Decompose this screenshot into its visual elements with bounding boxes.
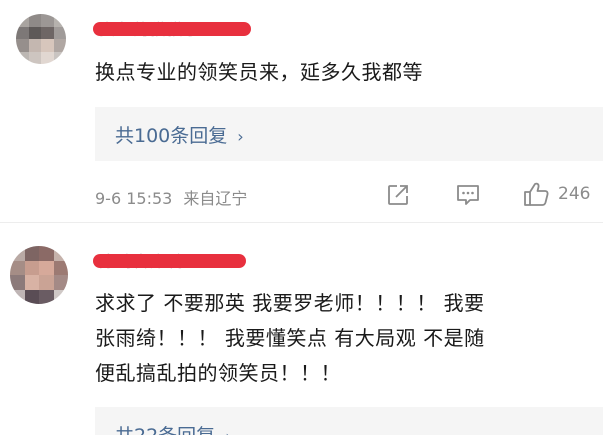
replies-box[interactable]: 共100条回复 ›	[95, 107, 603, 161]
comment-text: 换点专业的领笑员来，延多久我都等	[95, 60, 423, 84]
chevron-right-icon: ›	[237, 127, 244, 146]
like-icon[interactable]	[522, 180, 550, 208]
replies-count-label: 共100条回复	[115, 125, 228, 147]
username-censored[interactable]: 陈琦喜庫鸭	[93, 252, 246, 271]
username-censored[interactable]: 卖鱼的猫猫子	[93, 20, 251, 39]
comment-text-line: 便乱搞乱拍的领笑员！！！	[95, 361, 341, 385]
share-icon[interactable]	[386, 183, 410, 207]
comment-text: 求求了 不要那英 我要罗老师！！！！ 我要 张雨绮！！！ 我要懂笑点 有大局观 …	[95, 286, 485, 391]
avatar[interactable]	[10, 246, 68, 304]
comment-text-line: 张雨绮！！！ 我要懂笑点 有大局观 不是随	[95, 326, 485, 350]
replies-count-label: 共22条回复	[115, 425, 215, 435]
comment-location: 来自辽宁	[183, 189, 248, 208]
comment-text-line: 求求了 不要那英 我要罗老师！！！！ 我要	[95, 291, 485, 315]
replies-box[interactable]: 共22条回复 ›	[95, 407, 603, 435]
chevron-right-icon: ›	[225, 427, 231, 435]
censor-bar	[93, 254, 246, 268]
comment-date: 9-6 15:53	[95, 189, 173, 208]
comment-icon[interactable]	[455, 183, 481, 207]
censor-bar	[93, 22, 251, 36]
like-count: 246	[558, 184, 591, 204]
view-replies-link[interactable]: 共22条回复 ›	[115, 421, 232, 435]
avatar[interactable]	[16, 14, 66, 64]
divider	[0, 222, 603, 223]
comment-meta: 9-6 15:53 来自辽宁	[95, 185, 247, 209]
view-replies-link[interactable]: 共100条回复 ›	[115, 121, 244, 148]
